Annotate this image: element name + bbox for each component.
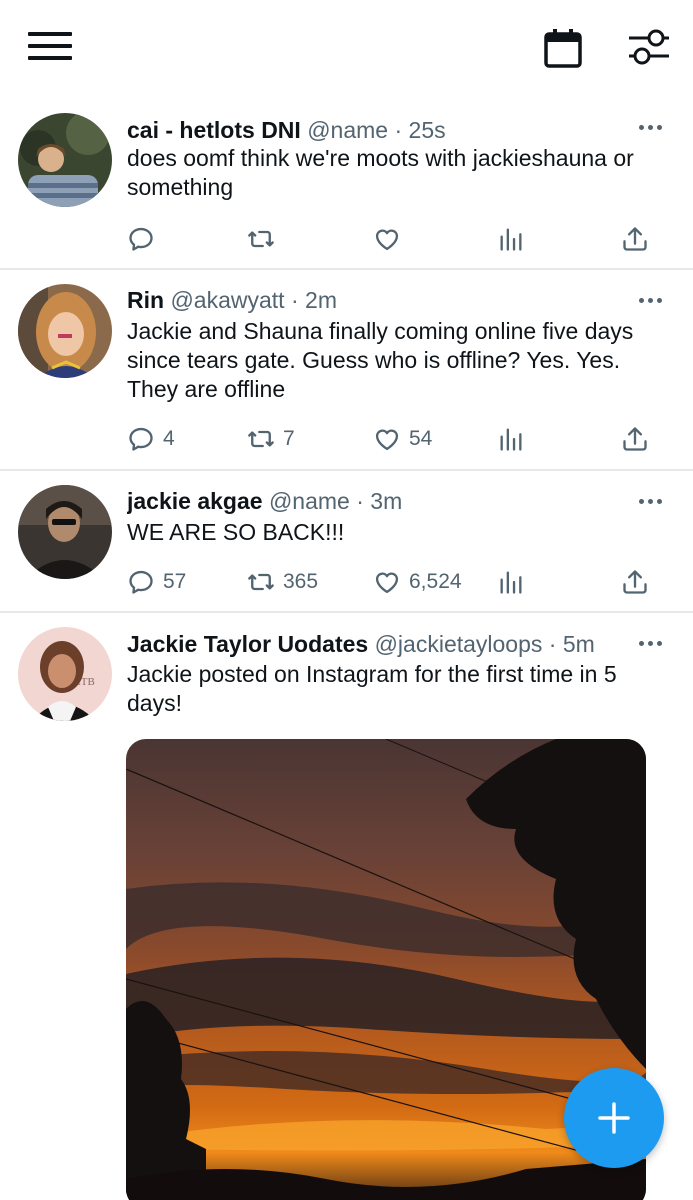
more-options-icon[interactable] [639,122,665,132]
plus-icon [598,1102,630,1134]
tweet-text: Jackie and Shauna finally coming online … [127,318,634,402]
retweet-icon [247,425,275,453]
tweet-text: Jackie posted on Instagram for the first… [127,661,617,716]
views-button[interactable] [497,424,525,454]
tweet-1[interactable]: cai - hetlots DNI @name · 25s does oomf … [0,98,693,270]
retweet-button[interactable]: 365 [247,567,318,597]
like-count: 6,524 [409,570,462,593]
share-icon [621,425,649,453]
reply-button[interactable] [127,224,163,254]
share-icon [621,568,649,596]
views-button[interactable] [497,567,525,597]
views-button[interactable] [497,224,525,254]
tweet-2[interactable]: Rin @akawyatt · 2m Jackie and Shauna fin… [0,270,693,471]
tweet-3[interactable]: jackie akgae @name · 3m WE ARE SO BACK!!… [0,471,693,613]
more-options-icon[interactable] [639,295,665,305]
tweet-header: Jackie Taylor Uodates @jackietayloops · … [127,631,595,657]
like-button[interactable] [373,224,409,254]
author-handle[interactable]: @name [307,117,388,143]
compose-tweet-button[interactable] [564,1068,664,1168]
top-bar [0,0,693,98]
reply-icon [127,425,155,453]
calendar-icon[interactable] [544,28,582,68]
tweet-text: WE ARE SO BACK!!! [127,519,345,545]
author-name[interactable]: Rin [127,287,164,313]
like-count: 54 [409,427,433,450]
share-button[interactable] [621,424,649,454]
author-handle[interactable]: @jackietayloops [375,631,543,657]
retweet-button[interactable] [247,224,283,254]
reply-icon [127,225,155,253]
timestamp[interactable]: 2m [305,287,337,313]
stats-icon [497,568,525,596]
retweet-count: 365 [283,570,319,593]
reply-icon [127,568,155,596]
avatar[interactable] [18,284,112,378]
reply-button[interactable]: 4 [127,424,175,454]
tweet-actions [127,224,652,254]
sliders-filter-icon[interactable] [627,28,671,66]
retweet-icon [247,568,275,596]
author-name[interactable]: jackie akgae [127,488,263,514]
timestamp[interactable]: 3m [370,488,402,514]
avatar[interactable] [18,485,112,579]
author-name[interactable]: Jackie Taylor Uodates [127,631,368,657]
author-handle[interactable]: @name [269,488,350,514]
timeline-screen: cai - hetlots DNI @name · 25s does oomf … [0,0,693,1200]
timestamp[interactable]: 25s [409,117,446,143]
share-button[interactable] [621,567,649,597]
tweet-actions: 4 7 54 [127,424,652,454]
retweet-button[interactable]: 7 [247,424,295,454]
tweet-text: does oomf think we're moots with jackies… [127,145,634,200]
tweet-actions: 57 365 6,524 [127,567,652,597]
hamburger-menu-icon[interactable] [28,30,72,62]
heart-icon [373,425,401,453]
timestamp[interactable]: 5m [563,631,595,657]
retweet-icon [247,225,275,253]
avatar[interactable] [18,113,112,207]
stats-icon [497,425,525,453]
heart-icon [373,568,401,596]
avatar[interactable]: ETB [18,627,112,721]
more-options-icon[interactable] [639,496,665,506]
reply-button[interactable]: 57 [127,567,186,597]
author-name[interactable]: cai - hetlots DNI [127,117,301,143]
heart-icon [373,225,401,253]
share-icon [621,225,649,253]
stats-icon [497,225,525,253]
more-options-icon[interactable] [639,638,665,648]
tweet-header: Rin @akawyatt · 2m [127,287,337,313]
like-button[interactable]: 6,524 [373,567,462,597]
reply-count: 4 [163,427,175,450]
tweet-header: jackie akgae @name · 3m [127,488,403,514]
tweet-header: cai - hetlots DNI @name · 25s [127,117,446,143]
like-button[interactable]: 54 [373,424,432,454]
share-button[interactable] [621,224,649,254]
reply-count: 57 [163,570,187,593]
retweet-count: 7 [283,427,295,450]
author-handle[interactable]: @akawyatt [170,287,284,313]
